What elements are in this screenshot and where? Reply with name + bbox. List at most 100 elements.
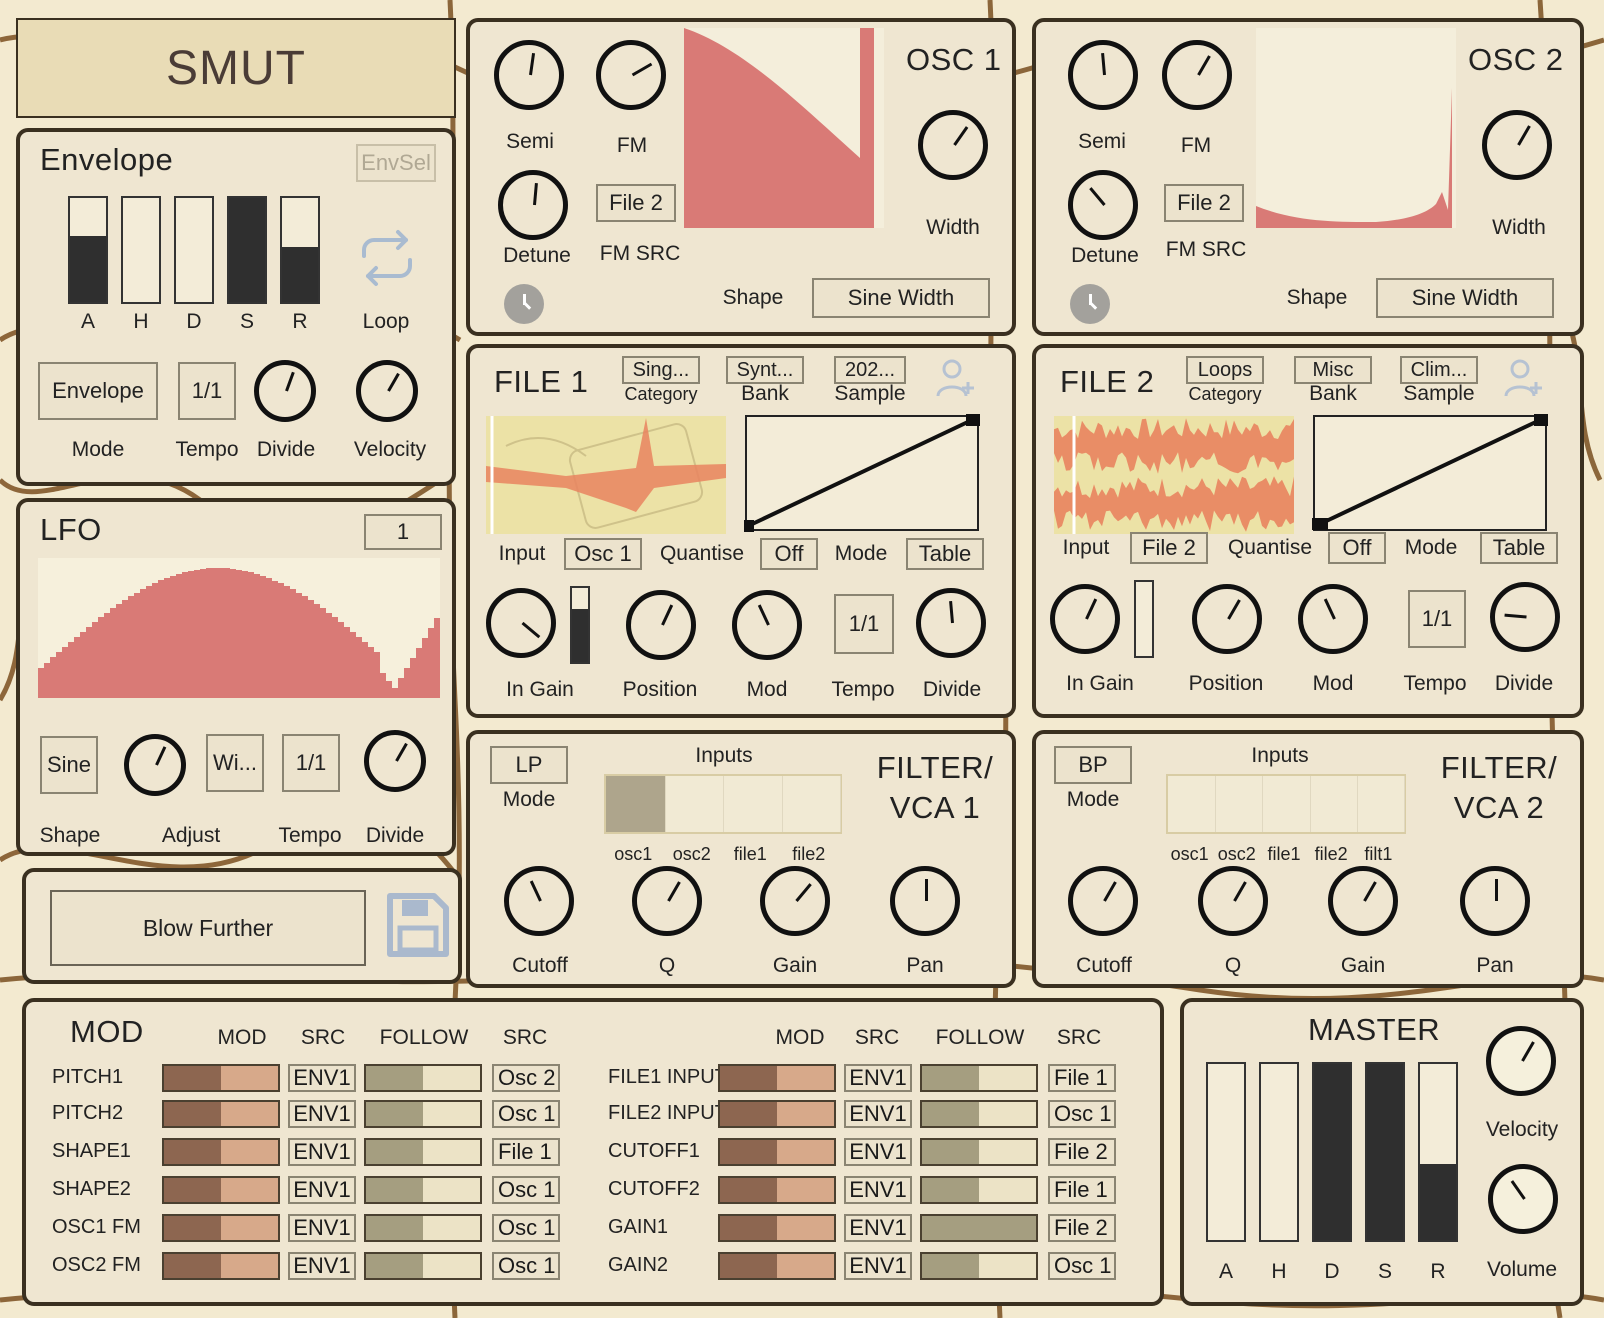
envelope-velocity-knob[interactable] <box>356 360 418 422</box>
file1-mapping-curve[interactable] <box>742 412 984 534</box>
mod-amount-slider[interactable] <box>162 1176 280 1204</box>
file2-tempo-button[interactable]: 1/1 <box>1408 590 1466 648</box>
mod-amount-slider[interactable] <box>162 1214 280 1242</box>
mod-follow-slider[interactable] <box>920 1176 1038 1204</box>
master-slider-2[interactable] <box>1312 1062 1352 1242</box>
master-velocity-knob[interactable] <box>1486 1026 1556 1096</box>
envelope-slider-1[interactable] <box>121 196 161 304</box>
file2-mapping-curve[interactable] <box>1310 412 1552 534</box>
mod-src-button[interactable]: ENV1 <box>288 1138 356 1166</box>
osc1-width-knob[interactable] <box>918 110 988 180</box>
mod-amount-slider[interactable] <box>718 1214 836 1242</box>
file2-sample-button[interactable]: Clim... <box>1400 356 1478 384</box>
envelope-slider-3[interactable] <box>227 196 267 304</box>
file2-mode-button[interactable]: Table <box>1480 532 1558 564</box>
file1-quantise-button[interactable]: Off <box>760 538 818 570</box>
mod-follow-slider[interactable] <box>364 1176 482 1204</box>
filter2-input-toggle-filt1[interactable] <box>1357 776 1405 832</box>
mod-follow-src-button[interactable]: Osc 1 <box>492 1176 560 1204</box>
mod-follow-slider[interactable] <box>364 1252 482 1280</box>
envsel-button[interactable]: EnvSel <box>356 144 436 182</box>
osc1-fm-knob[interactable] <box>596 40 666 110</box>
mod-follow-slider[interactable] <box>364 1100 482 1128</box>
mod-follow-slider[interactable] <box>920 1100 1038 1128</box>
filter2-pan-knob[interactable] <box>1460 866 1530 936</box>
mod-follow-src-button[interactable]: File 2 <box>1048 1214 1116 1242</box>
file2-category-button[interactable]: Loops <box>1186 356 1264 384</box>
mod-follow-slider[interactable] <box>920 1064 1038 1092</box>
mod-amount-slider[interactable] <box>718 1064 836 1092</box>
mod-follow-src-button[interactable]: Osc 1 <box>1048 1252 1116 1280</box>
osc1-detune-knob[interactable] <box>498 170 568 240</box>
osc2-detune-knob[interactable] <box>1068 170 1138 240</box>
filter2-cutoff-knob[interactable] <box>1068 866 1138 936</box>
envelope-mode-button[interactable]: Envelope <box>38 362 158 420</box>
mod-follow-slider[interactable] <box>364 1214 482 1242</box>
preset-name-button[interactable]: Blow Further <box>50 890 366 966</box>
file1-ingain-knob[interactable] <box>486 588 556 658</box>
file1-divide-knob[interactable] <box>916 588 986 658</box>
mod-src-button[interactable]: ENV1 <box>288 1214 356 1242</box>
lfo-number-button[interactable]: 1 <box>364 514 442 550</box>
mod-amount-slider[interactable] <box>718 1252 836 1280</box>
envelope-tempo-button[interactable]: 1/1 <box>178 362 236 420</box>
mod-amount-slider[interactable] <box>162 1252 280 1280</box>
mod-src-button[interactable]: ENV1 <box>844 1252 912 1280</box>
file1-position-knob[interactable] <box>626 590 696 660</box>
master-slider-0[interactable] <box>1206 1062 1246 1242</box>
filter2-input-toggle-osc1[interactable] <box>1168 776 1217 832</box>
mod-follow-src-button[interactable]: Osc 1 <box>1048 1100 1116 1128</box>
mod-follow-src-button[interactable]: Osc 1 <box>492 1252 560 1280</box>
file1-ingain-meter[interactable] <box>570 586 590 664</box>
envelope-slider-0[interactable] <box>68 196 108 304</box>
mod-follow-src-button[interactable]: File 1 <box>1048 1064 1116 1092</box>
filter1-mode-button[interactable]: LP <box>490 746 568 784</box>
filter2-input-toggle-file2[interactable] <box>1310 776 1358 832</box>
osc2-fm-knob[interactable] <box>1162 40 1232 110</box>
filter2-gain-knob[interactable] <box>1328 866 1398 936</box>
mod-src-button[interactable]: ENV1 <box>288 1176 356 1204</box>
mod-src-button[interactable]: ENV1 <box>844 1138 912 1166</box>
file2-position-knob[interactable] <box>1192 584 1262 654</box>
mod-src-button[interactable]: ENV1 <box>288 1252 356 1280</box>
master-slider-3[interactable] <box>1365 1062 1405 1242</box>
file2-ingain-knob[interactable] <box>1050 584 1120 654</box>
filter2-mode-button[interactable]: BP <box>1054 746 1132 784</box>
file2-add-user-icon[interactable] <box>1504 358 1544 400</box>
mod-src-button[interactable]: ENV1 <box>844 1064 912 1092</box>
mod-amount-slider[interactable] <box>162 1138 280 1166</box>
mod-follow-src-button[interactable]: File 1 <box>1048 1176 1116 1204</box>
file2-mod-knob[interactable] <box>1298 584 1368 654</box>
file2-quantise-button[interactable]: Off <box>1328 532 1386 564</box>
filter2-input-toggle-file1[interactable] <box>1262 776 1311 832</box>
mod-follow-slider[interactable] <box>920 1214 1038 1242</box>
filter1-q-knob[interactable] <box>632 866 702 936</box>
file2-bank-button[interactable]: Misc <box>1294 356 1372 384</box>
mod-amount-slider[interactable] <box>162 1064 280 1092</box>
mod-follow-src-button[interactable]: Osc 2 <box>492 1064 560 1092</box>
lfo-divide-knob[interactable] <box>364 730 426 792</box>
mod-amount-slider[interactable] <box>718 1138 836 1166</box>
filter1-input-toggle-osc2[interactable] <box>665 776 724 832</box>
master-slider-1[interactable] <box>1259 1062 1299 1242</box>
mod-src-button[interactable]: ENV1 <box>844 1176 912 1204</box>
mod-follow-src-button[interactable]: Osc 1 <box>492 1214 560 1242</box>
save-icon[interactable] <box>386 892 450 958</box>
osc2-clock-icon[interactable] <box>1070 284 1110 324</box>
osc2-shape-button[interactable]: Sine Width <box>1376 278 1554 318</box>
filter1-input-toggle-file2[interactable] <box>782 776 841 832</box>
mod-follow-slider[interactable] <box>920 1138 1038 1166</box>
mod-follow-src-button[interactable]: Osc 1 <box>492 1100 560 1128</box>
envelope-slider-2[interactable] <box>174 196 214 304</box>
envelope-slider-4[interactable] <box>280 196 320 304</box>
filter1-pan-knob[interactable] <box>890 866 960 936</box>
file1-input-button[interactable]: Osc 1 <box>564 538 642 570</box>
file1-add-user-icon[interactable] <box>936 358 976 400</box>
osc2-width-knob[interactable] <box>1482 110 1552 180</box>
file2-input-button[interactable]: File 2 <box>1130 532 1208 564</box>
mod-amount-slider[interactable] <box>718 1100 836 1128</box>
master-slider-4[interactable] <box>1418 1062 1458 1242</box>
file1-bank-button[interactable]: Synt... <box>726 356 804 384</box>
file1-mod-knob[interactable] <box>732 590 802 660</box>
filter1-input-toggle-file1[interactable] <box>723 776 783 832</box>
